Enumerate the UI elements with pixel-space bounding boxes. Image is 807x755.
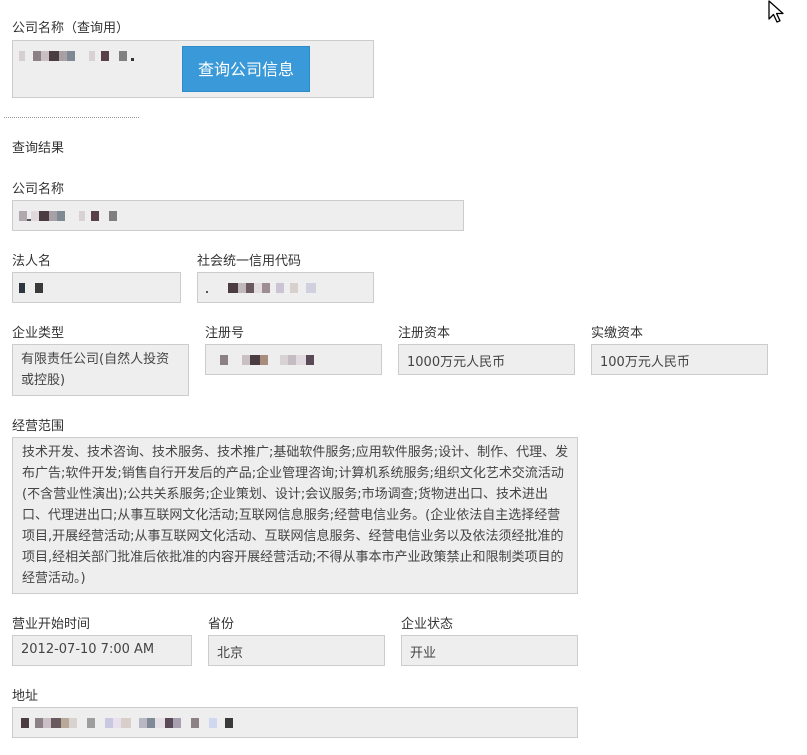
paid-capital-label: 实缴资本 xyxy=(591,326,644,341)
mouse-pointer-icon xyxy=(768,0,784,23)
credit-code-redacted-value xyxy=(206,283,316,293)
company-status-label: 企业状态 xyxy=(401,617,454,632)
company-type-label: 企业类型 xyxy=(12,326,65,341)
legal-person-field[interactable] xyxy=(12,272,181,303)
company-type-field[interactable]: 有限责任公司(自然人投资或控股) xyxy=(12,344,189,396)
address-label: 地址 xyxy=(12,689,39,704)
reg-capital-field[interactable]: 1000万元人民币 xyxy=(398,344,575,375)
reg-no-field[interactable] xyxy=(205,344,382,375)
credit-code-label: 社会统一信用代码 xyxy=(197,254,302,269)
business-scope-label: 经营范围 xyxy=(12,419,65,434)
company-name-label: 公司名称 xyxy=(12,182,65,197)
start-time-field[interactable]: 2012-07-10 7:00 AM xyxy=(12,635,192,666)
company-status-field[interactable]: 开业 xyxy=(401,635,578,666)
query-company-button[interactable]: 查询公司信息 xyxy=(182,46,310,92)
company-name-field[interactable] xyxy=(12,200,464,231)
legal-person-redacted-value xyxy=(19,283,43,293)
query-company-name-label: 公司名称（查询用） xyxy=(12,21,130,36)
address-redacted-value xyxy=(21,718,233,728)
company-name-redacted-value xyxy=(19,211,117,221)
paid-capital-field[interactable]: 100万元人民币 xyxy=(591,344,768,375)
province-label: 省份 xyxy=(208,617,235,632)
reg-capital-label: 注册资本 xyxy=(398,326,451,341)
address-field[interactable] xyxy=(12,707,578,738)
query-company-name-input[interactable] xyxy=(19,51,134,61)
province-field[interactable]: 北京 xyxy=(208,635,385,666)
reg-no-redacted-value xyxy=(220,355,314,365)
start-time-label: 营业开始时间 xyxy=(12,617,91,632)
results-section-title: 查询结果 xyxy=(12,141,65,156)
reg-no-label: 注册号 xyxy=(205,326,245,341)
legal-person-label: 法人名 xyxy=(12,254,52,269)
section-divider xyxy=(4,117,139,118)
company-query-page: 公司名称（查询用） 查询公司信息 查询结果 公司名称 法人名 社会统一信用代码 … xyxy=(0,0,807,755)
business-scope-field[interactable]: 技术开发、技术咨询、技术服务、技术推广;基础软件服务;应用软件服务;设计、制作、… xyxy=(12,437,578,594)
credit-code-field[interactable] xyxy=(197,272,374,303)
